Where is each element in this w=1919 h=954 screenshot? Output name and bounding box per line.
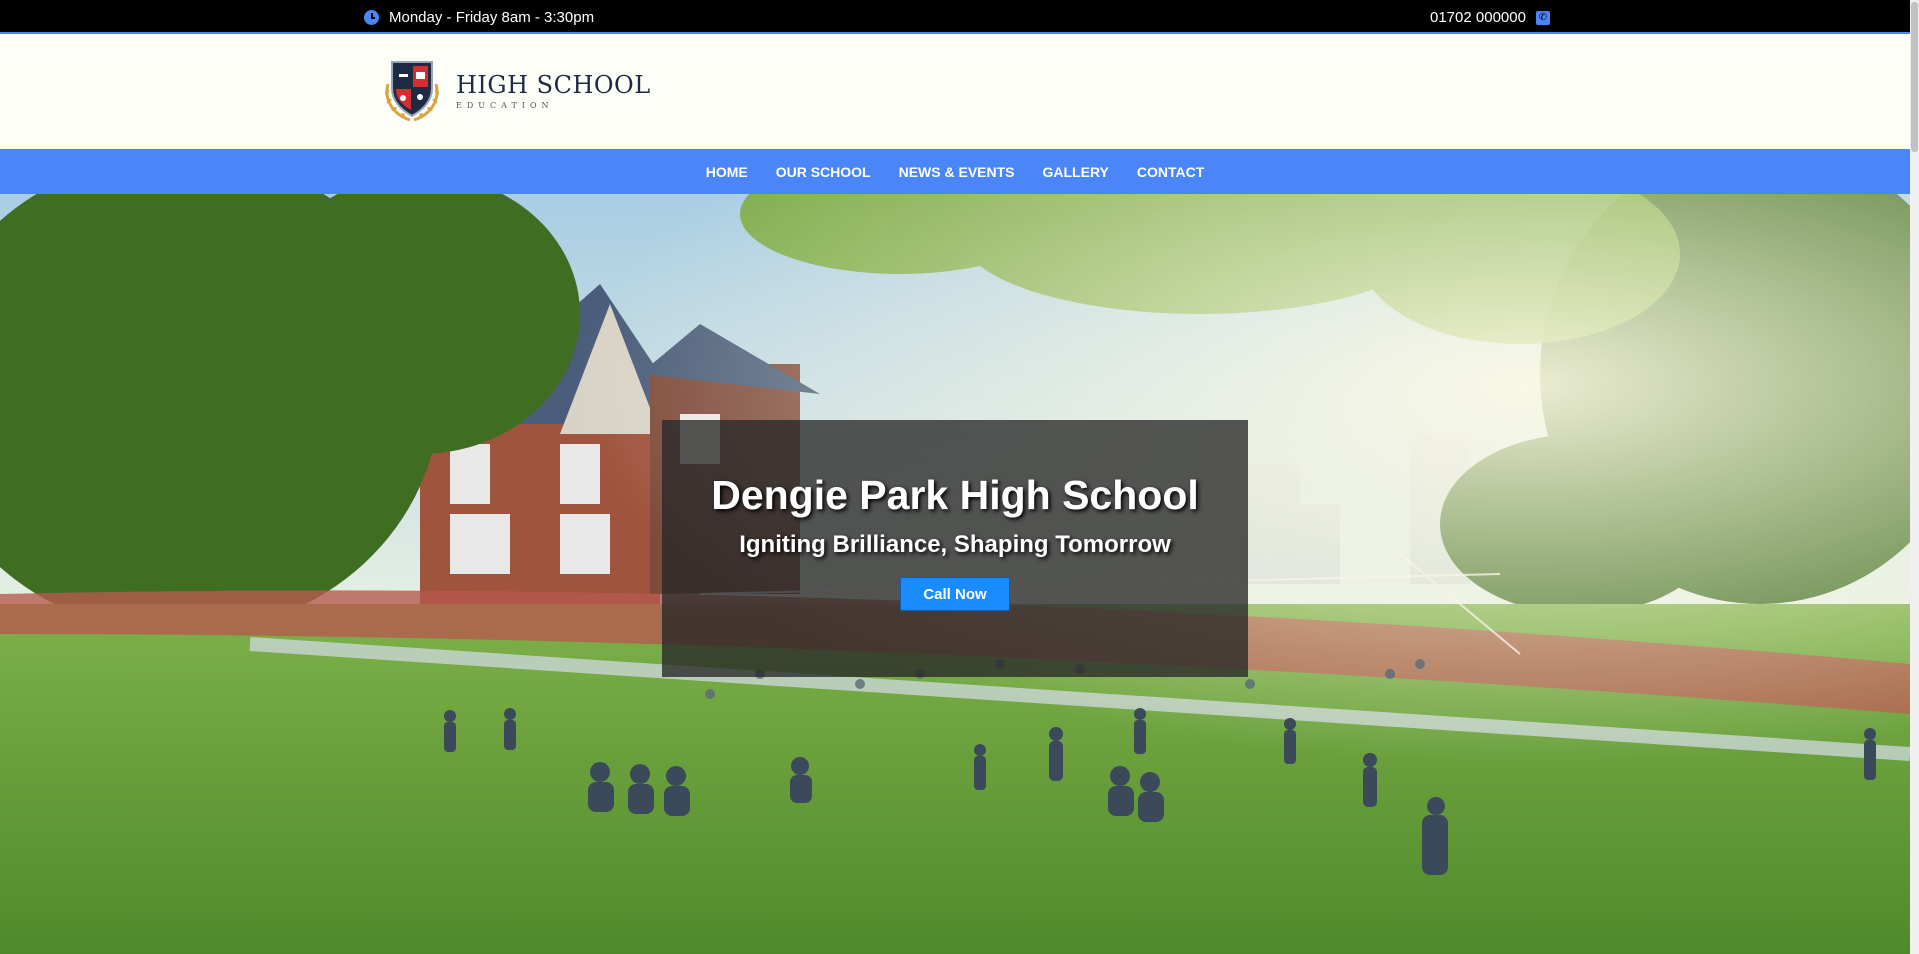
- nav-item-home[interactable]: HOME: [706, 164, 748, 180]
- opening-hours-text: Monday - Friday 8am - 3:30pm: [389, 9, 595, 26]
- school-crest-icon: [384, 61, 440, 122]
- nav-item-news-events[interactable]: NEWS & EVENTS: [899, 164, 1015, 180]
- top-info-bar: Monday - Friday 8am - 3:30pm 01702 00000…: [0, 0, 1910, 34]
- logo-title: HIGH SCHOOL: [456, 70, 651, 99]
- hero-overlay-box: Dengie Park High School Igniting Brillia…: [662, 420, 1248, 677]
- hero-title: Dengie Park High School: [711, 472, 1199, 518]
- hero-subtitle: Igniting Brilliance, Shaping Tomorrow: [739, 531, 1171, 558]
- page-scrollbar-thumb[interactable]: [1911, 2, 1918, 152]
- opening-hours: Monday - Friday 8am - 3:30pm: [364, 9, 594, 26]
- clock-icon: [364, 10, 379, 25]
- logo-subtitle: EDUCATION: [456, 100, 554, 110]
- nav-item-our-school[interactable]: OUR SCHOOL: [776, 164, 871, 180]
- nav-item-gallery[interactable]: GALLERY: [1043, 164, 1109, 180]
- phone-number[interactable]: 01702 000000: [1430, 9, 1526, 26]
- main-navigation: HOME OUR SCHOOL NEWS & EVENTS GALLERY CO…: [0, 149, 1910, 194]
- site-header: HIGH SCHOOL EDUCATION: [0, 36, 1910, 149]
- nav-item-contact[interactable]: CONTACT: [1137, 164, 1204, 180]
- phone-contact[interactable]: 01702 000000 ✆: [1430, 9, 1550, 26]
- call-now-button[interactable]: Call Now: [900, 577, 1010, 611]
- hero-banner: Dengie Park High School Igniting Brillia…: [0, 194, 1910, 954]
- logo-text: HIGH SCHOOL EDUCATION: [456, 71, 651, 110]
- site-logo[interactable]: HIGH SCHOOL EDUCATION: [376, 54, 651, 126]
- phone-icon[interactable]: ✆: [1535, 10, 1550, 25]
